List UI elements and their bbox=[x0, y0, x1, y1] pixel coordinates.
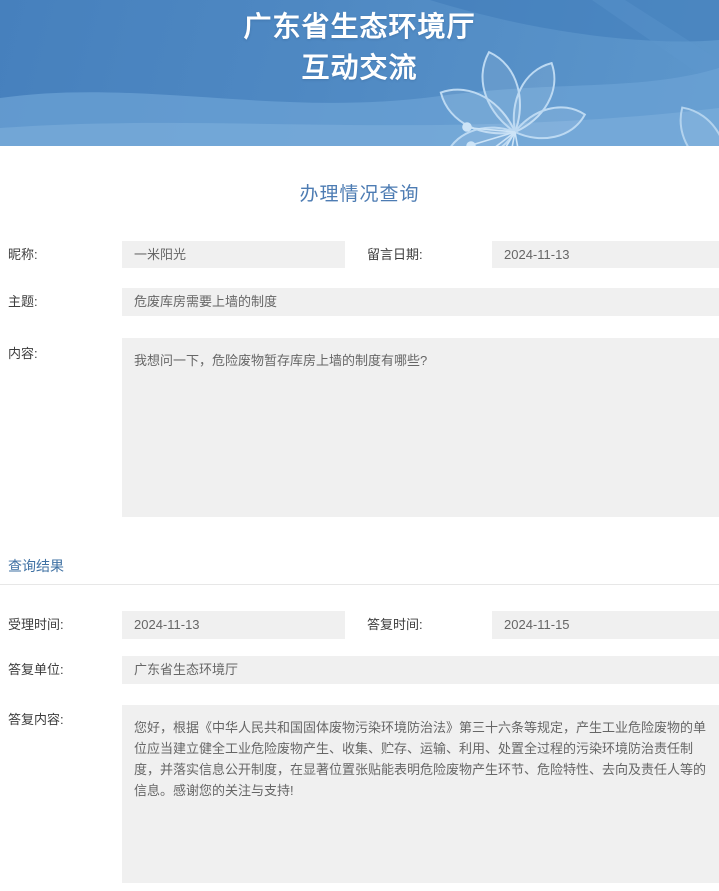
site-title: 广东省生态环境厅 bbox=[0, 6, 719, 47]
site-subtitle: 互动交流 bbox=[0, 47, 719, 88]
banner-titles: 广东省生态环境厅 互动交流 bbox=[0, 6, 719, 88]
reply-time-field[interactable]: 2024-11-15 bbox=[492, 611, 719, 639]
content-textarea[interactable]: 我想问一下，危险废物暂存库房上墙的制度有哪些? bbox=[122, 338, 719, 517]
page-title: 办理情况查询 bbox=[0, 179, 719, 206]
page-banner: 广东省生态环境厅 互动交流 bbox=[0, 0, 719, 146]
nickname-label: 昵称: bbox=[8, 241, 38, 268]
accepted-time-label: 受理时间: bbox=[8, 611, 64, 638]
accepted-time-field[interactable]: 2024-11-13 bbox=[122, 611, 345, 639]
reply-org-label: 答复单位: bbox=[8, 656, 64, 683]
subject-label: 主题: bbox=[8, 288, 38, 315]
nickname-field[interactable]: 一米阳光 bbox=[122, 241, 345, 268]
message-date-label: 留言日期: bbox=[367, 241, 423, 268]
subject-field[interactable]: 危废库房需要上墙的制度 bbox=[122, 288, 719, 316]
section-divider bbox=[0, 584, 719, 585]
reply-content-textarea[interactable]: 您好，根据《中华人民共和国固体废物污染环境防治法》第三十六条等规定，产生工业危险… bbox=[122, 705, 719, 883]
content-label: 内容: bbox=[8, 340, 38, 367]
message-date-field[interactable]: 2024-11-13 bbox=[492, 241, 719, 268]
reply-time-label: 答复时间: bbox=[367, 611, 423, 638]
reply-content-label: 答复内容: bbox=[8, 706, 64, 733]
reply-org-field[interactable]: 广东省生态环境厅 bbox=[122, 656, 719, 684]
result-heading: 查询结果 bbox=[8, 556, 64, 576]
